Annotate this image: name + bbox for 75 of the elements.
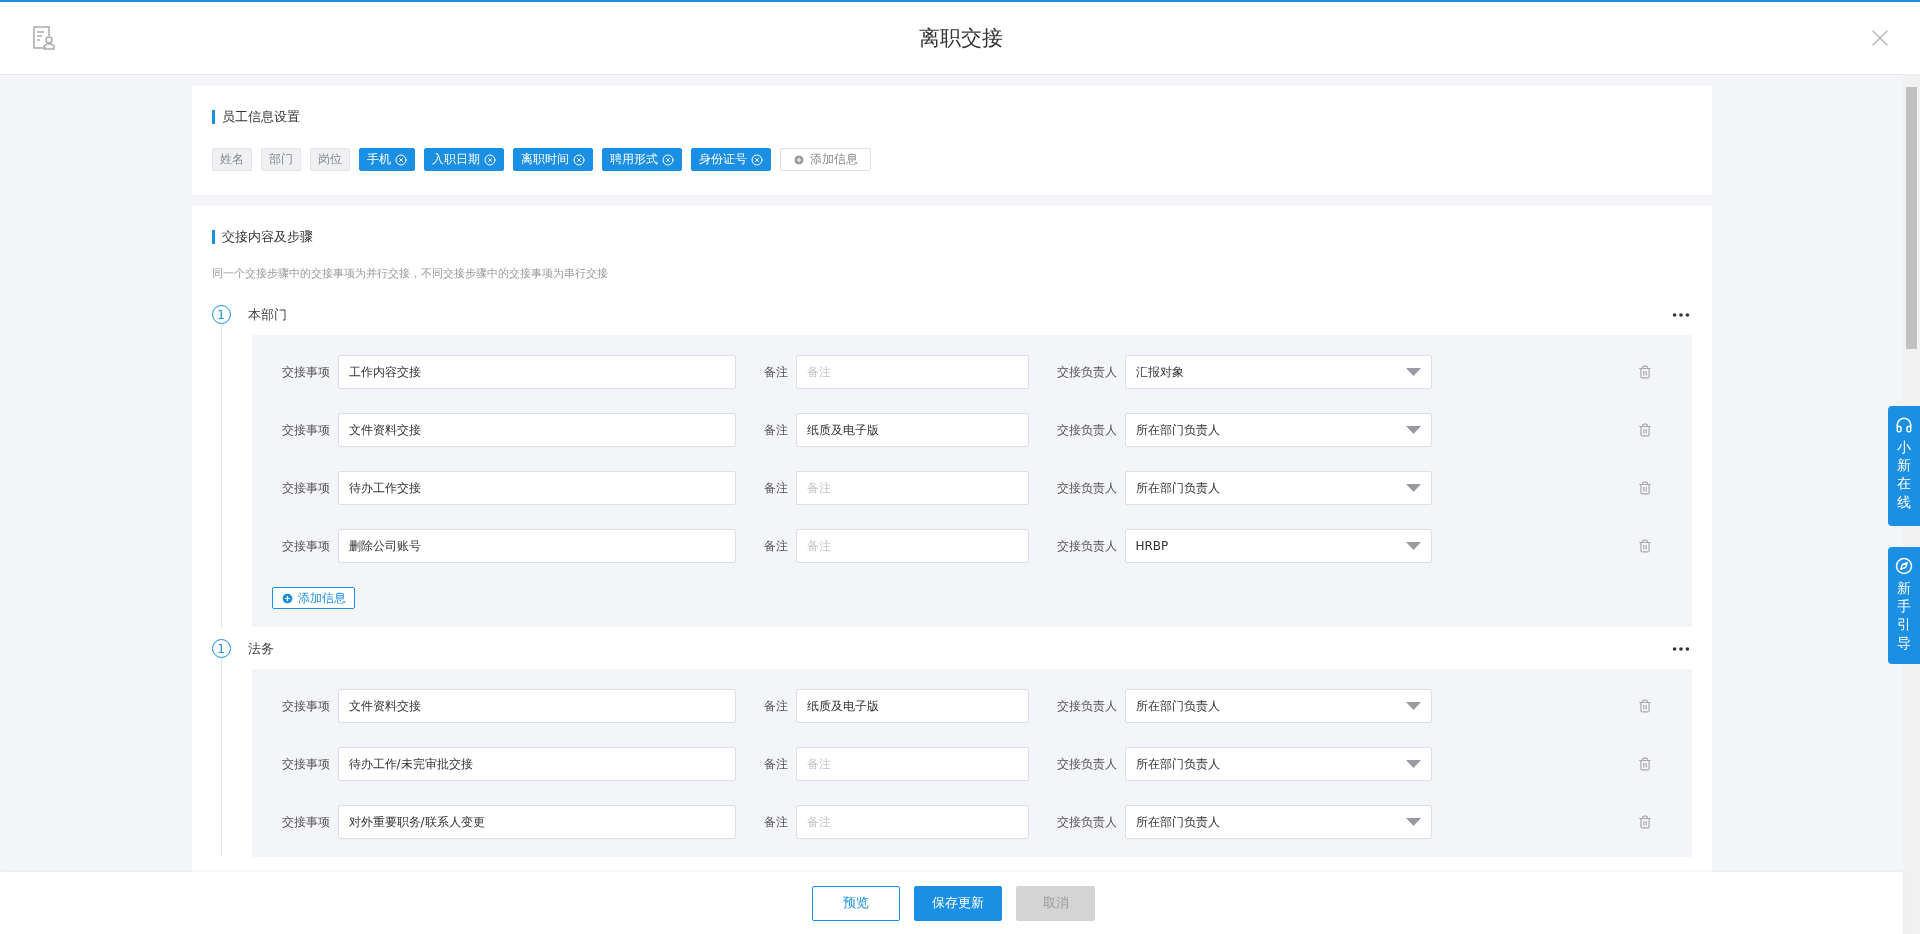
plus-icon[interactable] xyxy=(280,591,294,605)
plus-icon[interactable] xyxy=(792,153,805,166)
caret-icon xyxy=(1405,542,1421,550)
field-label: 备注 xyxy=(762,363,788,381)
remove-icon[interactable] xyxy=(483,153,496,166)
field-label: 交接事项 xyxy=(280,537,330,555)
note-field[interactable]: 备注 xyxy=(795,805,1029,839)
owner-select[interactable]: 汇报对象 xyxy=(1124,355,1432,389)
hint-text: 同一个交接步骤中的交接事项为并行交接，不同交接步骤中的交接事项为串行交接 xyxy=(211,266,609,281)
item-field[interactable]: 工作内容交接 xyxy=(337,355,736,389)
note-field[interactable]: 备注 xyxy=(795,529,1029,563)
field-label: 交接负责人 xyxy=(1055,537,1117,555)
note-field[interactable]: 备注 xyxy=(795,471,1029,505)
add-info-button[interactable]: 添加信息 xyxy=(271,587,355,609)
field-label: 交接事项 xyxy=(280,755,330,773)
section-title: 员工信息设置 xyxy=(211,110,1692,124)
field-label: 交接事项 xyxy=(280,813,330,831)
field-label: 备注 xyxy=(762,537,788,555)
remove-icon[interactable] xyxy=(572,153,585,166)
owner-select[interactable]: HRBP xyxy=(1124,529,1432,563)
field-label: 备注 xyxy=(762,755,788,773)
add-info-button[interactable]: 添加信息 xyxy=(779,148,871,171)
item-field[interactable]: 待办工作交接 xyxy=(337,471,736,505)
delete-icon[interactable] xyxy=(1637,815,1652,829)
field-label: 交接负责人 xyxy=(1055,755,1117,773)
section-title: 交接内容及步骤 xyxy=(211,230,1692,244)
field-label: 备注 xyxy=(762,479,788,497)
delete-icon[interactable] xyxy=(1637,481,1652,495)
field-label: 交接负责人 xyxy=(1055,363,1117,381)
delete-icon[interactable] xyxy=(1637,423,1652,437)
delete-icon[interactable] xyxy=(1637,699,1652,713)
caret-icon xyxy=(1405,702,1421,710)
item-field[interactable]: 对外重要职务/联系人变更 xyxy=(337,805,736,839)
note-field[interactable]: 纸质及电子版 xyxy=(795,413,1029,447)
owner-select[interactable]: 所在部门负责人 xyxy=(1124,471,1432,505)
caret-icon xyxy=(1405,368,1421,376)
field-label: 交接负责人 xyxy=(1055,421,1117,439)
field-label: 备注 xyxy=(762,813,788,831)
remove-icon[interactable] xyxy=(394,153,407,166)
note-field[interactable]: 备注 xyxy=(795,747,1029,781)
item-field[interactable]: 待办工作/未完审批交接 xyxy=(337,747,736,781)
remove-icon[interactable] xyxy=(750,153,763,166)
remove-icon[interactable] xyxy=(661,153,674,166)
item-field[interactable]: 删除公司账号 xyxy=(337,529,736,563)
field-label: 交接负责人 xyxy=(1055,697,1117,715)
field-label: 交接负责人 xyxy=(1055,479,1117,497)
delete-icon[interactable] xyxy=(1637,539,1652,553)
step-name: 本部门 xyxy=(247,305,287,324)
field-label: 备注 xyxy=(762,697,788,715)
headset-icon xyxy=(1895,416,1913,434)
field-label: 交接事项 xyxy=(280,479,330,497)
caret-icon xyxy=(1405,760,1421,768)
delete-icon[interactable] xyxy=(1637,365,1652,379)
caret-icon xyxy=(1405,818,1421,826)
field-label: 交接事项 xyxy=(280,697,330,715)
item-field[interactable]: 文件资料交接 xyxy=(337,689,736,723)
compass-icon xyxy=(1895,557,1913,575)
owner-select[interactable]: 所在部门负责人 xyxy=(1124,689,1432,723)
owner-select[interactable]: 所在部门负责人 xyxy=(1124,805,1432,839)
note-field[interactable]: 纸质及电子版 xyxy=(795,689,1029,723)
item-field[interactable]: 文件资料交接 xyxy=(337,413,736,447)
field-label: 交接事项 xyxy=(280,363,330,381)
step-name: 法务 xyxy=(247,639,274,658)
window-title: 离职交接 xyxy=(919,25,1003,52)
delete-icon[interactable] xyxy=(1637,757,1652,771)
owner-select[interactable]: 所在部门负责人 xyxy=(1124,747,1432,781)
field-label: 交接负责人 xyxy=(1055,813,1117,831)
field-label: 交接事项 xyxy=(280,421,330,439)
preview-button[interactable]: 预览 xyxy=(812,885,900,921)
caret-icon xyxy=(1405,484,1421,492)
owner-select[interactable]: 所在部门负责人 xyxy=(1124,413,1432,447)
document-user-icon xyxy=(32,25,56,51)
note-field[interactable]: 备注 xyxy=(795,355,1029,389)
field-label: 备注 xyxy=(762,421,788,439)
caret-icon xyxy=(1405,426,1421,434)
